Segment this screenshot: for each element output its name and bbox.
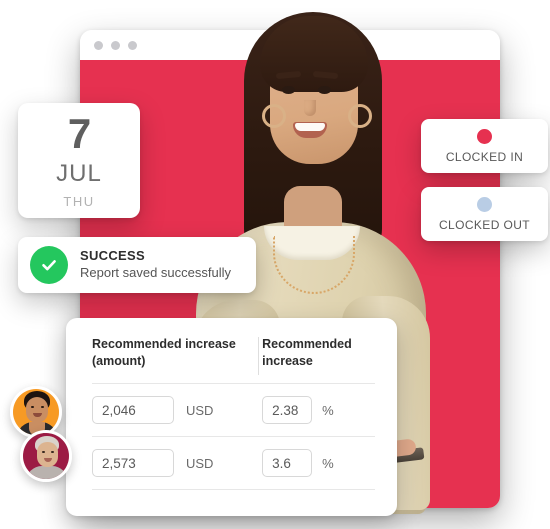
table-column-header-amount: Recommended increase (amount): [92, 337, 236, 368]
success-toast[interactable]: SUCCESS Report saved successfully: [18, 237, 256, 293]
percent-sign-label: %: [322, 455, 334, 471]
status-card-clocked-in-label: CLOCKED IN: [445, 149, 524, 164]
calendar-day: 7: [67, 110, 91, 157]
table-cell-amount: 2,573 USD: [92, 449, 248, 477]
table-row: 2,573 USD 3.6 %: [92, 437, 375, 489]
percent-input[interactable]: 3.6: [262, 449, 313, 477]
amount-input[interactable]: 2,573: [92, 449, 174, 477]
amount-input[interactable]: 2,046: [92, 396, 174, 424]
browser-chrome-bar: [80, 30, 500, 60]
avatar-face: [26, 397, 48, 423]
table-row: 2,046 USD 2.38 %: [92, 384, 375, 436]
calendar-weekday: THU: [63, 194, 95, 209]
recommendation-table-card: Recommended increase (amount) Recommende…: [66, 318, 397, 516]
toast-text-group: SUCCESS Report saved successfully: [80, 248, 231, 282]
avatar-eye-left: [31, 406, 34, 408]
avatar-eye-right: [51, 451, 54, 453]
avatar-eye-right: [41, 406, 44, 408]
avatar-employee-1[interactable]: [10, 386, 62, 438]
traffic-light-close-icon[interactable]: [94, 40, 103, 50]
illustration-stage: 7 JUL THU CLOCKED IN CLOCKED OUT SUCCESS…: [0, 0, 550, 529]
avatar-eye-left: [42, 451, 45, 453]
status-card-clocked-in[interactable]: CLOCKED IN: [421, 119, 548, 173]
status-dot-icon: [477, 196, 492, 212]
avatar-face: [37, 442, 58, 467]
toast-title: SUCCESS: [80, 247, 145, 263]
currency-label: USD: [186, 455, 214, 471]
status-dot-icon: [477, 128, 492, 144]
avatar-employee-2[interactable]: [20, 430, 72, 482]
toast-message: Report saved successfully: [80, 265, 232, 281]
table-header-divider: [258, 337, 259, 375]
table-cell-percent: 3.6 %: [248, 449, 375, 477]
currency-label: USD: [186, 402, 214, 418]
table-cell-amount: 2,046 USD: [92, 396, 248, 424]
percent-input[interactable]: 2.38: [262, 396, 313, 424]
table-row-divider: [92, 489, 375, 490]
calendar-month: JUL: [56, 160, 102, 187]
calendar-card[interactable]: 7 JUL THU: [18, 103, 140, 218]
check-circle-icon: [30, 246, 68, 284]
status-card-clocked-out[interactable]: CLOCKED OUT: [421, 187, 548, 241]
percent-sign-label: %: [322, 402, 334, 418]
table-cell-percent: 2.38 %: [248, 396, 375, 424]
table-header-row: Recommended increase (amount) Recommende…: [92, 336, 375, 383]
avatar-shirt: [26, 466, 68, 479]
traffic-light-minimize-icon[interactable]: [111, 40, 120, 50]
table-column-header-percent: Recommended increase: [262, 337, 352, 368]
status-card-clocked-out-label: CLOCKED OUT: [438, 217, 531, 232]
traffic-light-maximize-icon[interactable]: [128, 40, 137, 50]
